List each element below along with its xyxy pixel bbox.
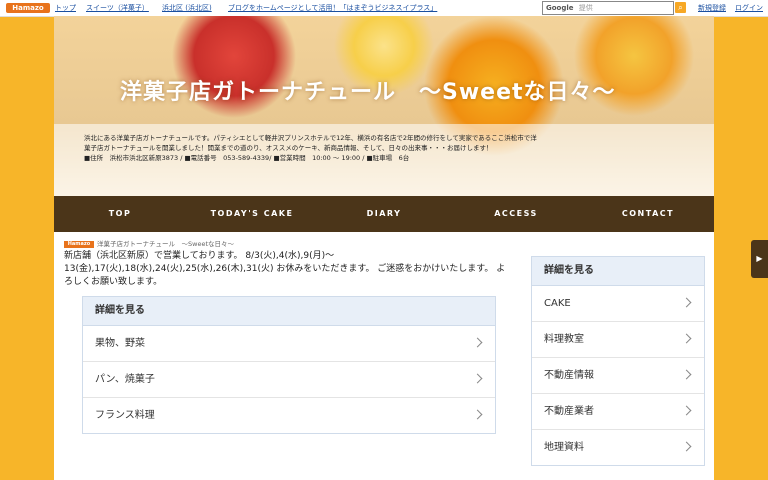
list-item-label: パン、焼菓子: [95, 374, 155, 385]
side-category-box: 詳細を見る CAKE 料理教室 不動産情報 不動産業者 地理資料: [531, 256, 705, 466]
side-expand-tab[interactable]: ▶: [751, 240, 768, 278]
site-title[interactable]: 洋菓子店ガトーナチュール ～Sweetな日々～: [120, 74, 616, 106]
top-link[interactable]: トップ: [55, 3, 76, 13]
notice-text: 新店舗（浜北区新原）で営業しております。 8/3(火),4(水),9(月)～13…: [64, 251, 506, 287]
list-item-label: CAKE: [544, 298, 571, 309]
list-item-label: フランス料理: [95, 410, 155, 421]
chevron-right-icon: [472, 373, 483, 384]
chevron-right-icon: [681, 369, 692, 380]
search-placeholder: 提供: [578, 4, 593, 12]
desc-line: ■住所 浜松市浜北区新原3873 / ■電話番号 053-589-4339/ ■…: [84, 154, 410, 162]
hamazo-mini-logo[interactable]: Hamazo: [64, 240, 94, 248]
nav-contact[interactable]: CONTACT: [582, 196, 714, 232]
nav-todays-cake[interactable]: TODAY'S CAKE: [186, 196, 318, 232]
breadcrumb: Hamazo 洋菓子店ガトーナチュール ～Sweetな日々～: [64, 238, 234, 248]
list-item-label: 料理教室: [544, 334, 584, 345]
chevron-right-icon: [681, 297, 692, 308]
list-item[interactable]: 不動産業者: [532, 394, 704, 430]
main-category-box: 詳細を見る 果物、野菜 パン、焼菓子 フランス料理: [82, 296, 496, 434]
nav-diary[interactable]: DIARY: [318, 196, 450, 232]
register-link[interactable]: 新規登録: [698, 3, 726, 13]
hamazo-logo[interactable]: Hamazo: [6, 3, 50, 13]
promo-link[interactable]: ブログをホームページとして活用！「はまぞうビジネスイプラス」: [228, 3, 437, 13]
main-box-header: 詳細を見る: [83, 297, 495, 326]
list-item[interactable]: 不動産情報: [532, 358, 704, 394]
chevron-right-icon: [681, 333, 692, 344]
list-item-label: 地理資料: [544, 442, 584, 453]
list-item-label: 不動産情報: [544, 370, 594, 381]
triangle-right-icon: ▶: [756, 254, 763, 263]
list-item[interactable]: パン、焼菓子: [83, 362, 495, 398]
header-banner: 洋菓子店ガトーナチュール ～Sweetな日々～ 浜北にある洋菓子店ガトーナチュー…: [54, 16, 714, 196]
breadcrumb-text[interactable]: 洋菓子店ガトーナチュール ～Sweetな日々～: [97, 240, 234, 248]
chevron-right-icon: [681, 441, 692, 452]
list-item[interactable]: 果物、野菜: [83, 326, 495, 362]
desc-line: 浜北にある洋菓子店ガトーナチュールです。パティシエとして軽井沢プリンスホテルで1…: [84, 134, 537, 142]
chevron-right-icon: [472, 409, 483, 420]
google-label: Google: [546, 4, 574, 12]
area-link[interactable]: 浜北区 (浜北区): [162, 3, 212, 13]
chevron-right-icon: [681, 405, 692, 416]
list-item-label: 不動産業者: [544, 406, 594, 417]
search-icon: ⌕: [678, 3, 683, 12]
nav-top[interactable]: TOP: [54, 196, 186, 232]
main-nav: TOP TODAY'S CAKE DIARY ACCESS CONTACT: [54, 196, 714, 232]
list-item[interactable]: 料理教室: [532, 322, 704, 358]
search-button[interactable]: ⌕: [675, 2, 686, 13]
list-item[interactable]: フランス料理: [83, 398, 495, 433]
site-description: 浜北にある洋菓子店ガトーナチュールです。パティシエとして軽井沢プリンスホテルで1…: [84, 133, 694, 163]
login-link[interactable]: ログイン: [735, 3, 763, 13]
search-input[interactable]: Google 提供: [542, 1, 674, 15]
nav-access[interactable]: ACCESS: [450, 196, 582, 232]
list-item[interactable]: 地理資料: [532, 430, 704, 465]
list-item-label: 果物、野菜: [95, 338, 145, 349]
list-item[interactable]: CAKE: [532, 286, 704, 322]
desc-line: 菓子店ガトーナチュールを開業しました！開業までの道のり、オススメのケーキ、新商品…: [84, 144, 493, 152]
side-box-header: 詳細を見る: [532, 257, 704, 286]
chevron-right-icon: [472, 337, 483, 348]
sweets-link[interactable]: スイーツ（洋菓子）: [86, 3, 149, 13]
top-bar: Hamazo トップ スイーツ（洋菓子） 浜北区 (浜北区) ブログをホームペー…: [0, 0, 768, 17]
page-frame: 洋菓子店ガトーナチュール ～Sweetな日々～ 浜北にある洋菓子店ガトーナチュー…: [54, 16, 714, 480]
